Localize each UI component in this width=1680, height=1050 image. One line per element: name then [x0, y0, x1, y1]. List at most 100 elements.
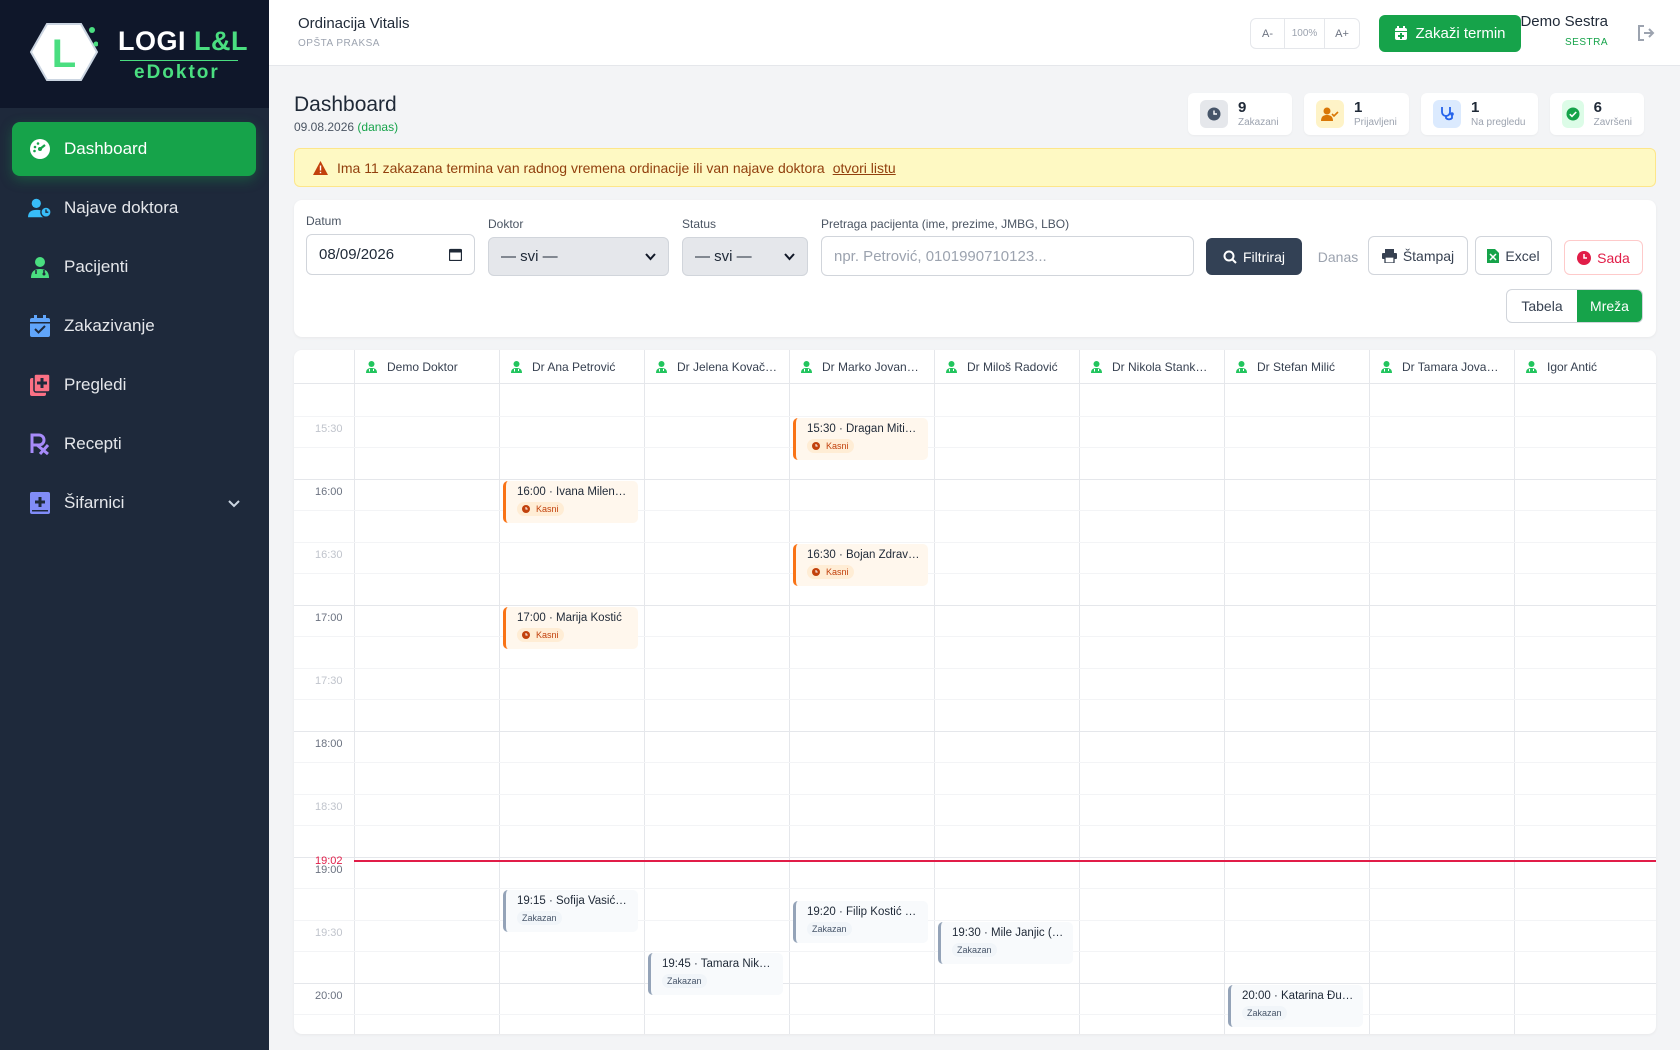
doctor-select[interactable]: — svi —: [488, 237, 669, 276]
chevron-down-icon: [784, 252, 795, 260]
time-label: 19:30: [315, 926, 343, 939]
sidebar-item-pregledi[interactable]: Pregledi: [12, 358, 256, 412]
user-check-icon: [1316, 100, 1344, 128]
doctor-icon: [1381, 361, 1397, 373]
doctor-name: Dr Miloš Radović: [967, 360, 1058, 374]
stats-bar: 9 Zakazani 1 Prijavljeni 1 Na pregledu 6 Završe…: [1188, 93, 1656, 135]
alert-text: Ima 11 zakazana termina van radnog vreme…: [337, 159, 825, 176]
appointment-title: 20:00 · Katarina Đu…: [1242, 989, 1354, 1002]
late-clock-icon: [522, 504, 533, 513]
check-circle-icon: [1562, 100, 1584, 128]
sidebar-item-najave-doktora[interactable]: Najave doktora: [12, 181, 256, 235]
appointment-card[interactable]: 19:45 · Tamara Nik… Zakazan: [648, 953, 783, 995]
gauge-icon: [28, 137, 52, 161]
today-button[interactable]: Danas: [1310, 238, 1366, 275]
search-icon: [1223, 250, 1237, 264]
appointment-card[interactable]: 19:15 · Sofija Vasić… Zakazan: [503, 890, 638, 932]
grid-column-divider: [499, 350, 500, 1034]
quarter-hour-line: [294, 698, 1656, 700]
calendar-plus-icon: [1395, 26, 1408, 40]
appointment-card[interactable]: 17:00 · Marija Kostić Kasni: [503, 606, 638, 649]
current-time-label: 19:02: [315, 854, 343, 867]
logo[interactable]: L LOGI L&L eDoktor: [0, 0, 269, 108]
hour-line: [294, 604, 1656, 606]
excel-button[interactable]: Excel: [1475, 236, 1552, 275]
appointment-status-badge: Zakazan: [662, 974, 707, 988]
appointment-card[interactable]: 16:00 · Ivana Milen… Kasni: [503, 480, 638, 523]
appointment-card[interactable]: 16:30 · Bojan Zdrav… Kasni: [793, 543, 928, 586]
appointment-card[interactable]: 15:30 · Dragan Miti… Kasni: [793, 417, 928, 460]
appointment-card[interactable]: 19:20 · Filip Kostić … Zakazan: [793, 900, 928, 943]
user-clock-icon: [28, 196, 52, 220]
sidebar: L LOGI L&L eDoktor Dashboard Najave dokto…: [0, 0, 269, 1050]
patient-search-input[interactable]: npr. Petrović, 0101990710123...: [821, 236, 1194, 276]
doctor-name: Dr Jelena Kovač…: [677, 360, 778, 374]
sidebar-item-zakazivanje[interactable]: Zakazivanje: [12, 299, 256, 353]
date-label: Datum: [306, 214, 342, 228]
logo-letter: L: [52, 32, 76, 76]
sidebar-item-dashboard[interactable]: Dashboard: [12, 122, 256, 176]
doctor-icon: [1236, 361, 1252, 373]
zoom-in-button[interactable]: A+: [1325, 19, 1359, 48]
appointment-card[interactable]: 19:30 · Mile Janjic (… Zakazan: [938, 921, 1073, 964]
time-label: 16:30: [315, 548, 343, 561]
hour-line: [294, 982, 1656, 984]
doctor-name: Igor Antić: [1547, 360, 1598, 374]
grid-column-divider: [1514, 350, 1515, 1034]
doctor-column-header: Igor Antić: [1514, 350, 1656, 384]
doctor-label: Doktor: [488, 217, 524, 231]
date-input[interactable]: 08/09/2026: [306, 234, 475, 275]
now-button[interactable]: Sada: [1564, 240, 1643, 275]
print-button-label: Štampaj: [1402, 247, 1455, 264]
time-label: 16:00: [315, 485, 343, 498]
stat-label: Prijavljeni: [1354, 117, 1397, 128]
notes-medical-icon: [28, 373, 52, 397]
logo-hexagon-icon: L: [30, 23, 98, 81]
sidebar-item-label: Pacijenti: [64, 257, 129, 276]
prescription-icon: [28, 432, 52, 456]
sidebar-item-label: Najave doktora: [64, 198, 179, 217]
view-grid-button[interactable]: Mreža: [1577, 290, 1642, 322]
time-label: 18:00: [315, 737, 343, 750]
stat-value: 9: [1238, 99, 1247, 116]
appointment-status-badge: Zakazan: [952, 942, 997, 957]
sidebar-item-recepti[interactable]: Recepti: [12, 417, 256, 471]
hour-line: [294, 730, 1656, 732]
time-label: 18:30: [315, 800, 343, 813]
appointment-status-badge: Kasni: [807, 438, 854, 453]
page-date: 09.08.2026 (danas): [294, 120, 399, 134]
chevron-down-icon[interactable]: [226, 495, 242, 511]
stat-value: 1: [1354, 99, 1363, 116]
stat-label: Na pregledu: [1471, 117, 1526, 128]
doctor-column-header: Dr Marko Jovan…: [789, 350, 934, 384]
stethoscope-icon: [1433, 100, 1461, 128]
stat-checked-in: 1 Prijavljeni: [1304, 93, 1409, 135]
calendar-icon[interactable]: [449, 248, 462, 261]
stat-in-exam: 1 Na pregledu: [1421, 93, 1538, 135]
schedule-appointment-button[interactable]: Zakaži termin: [1379, 15, 1521, 52]
grid-column-divider: [1369, 350, 1370, 1034]
filter-button[interactable]: Filtriraj: [1206, 238, 1302, 275]
appointment-card[interactable]: 20:00 · Katarina Đu… Zakazan: [1228, 984, 1363, 1027]
status-select[interactable]: — svi —: [682, 237, 808, 276]
stat-label: Završeni: [1593, 117, 1632, 128]
appointment-title: 19:15 · Sofija Vasić…: [517, 895, 627, 907]
doctor-name: Dr Nikola Stank…: [1112, 360, 1208, 374]
sidebar-item-šifarnici[interactable]: Šifarnici: [12, 476, 256, 530]
appointment-status-badge: Zakazan: [517, 911, 562, 925]
logout-icon[interactable]: [1636, 23, 1656, 43]
half-hour-line: [294, 667, 1656, 669]
search-label: Pretraga pacijenta (ime, prezime, JMBG, …: [821, 217, 1070, 231]
user-doctor-icon: [28, 255, 52, 279]
appointment-title: 17:00 · Marija Kostić: [517, 611, 622, 624]
appointment-title: 19:45 · Tamara Nik…: [662, 958, 771, 970]
open-list-link[interactable]: otvori listu: [833, 160, 896, 176]
view-table-button[interactable]: Tabela: [1507, 290, 1577, 322]
sidebar-item-pacijenti[interactable]: Pacijenti: [12, 240, 256, 294]
appointment-title: 16:30 · Bojan Zdrav…: [807, 548, 920, 561]
zoom-out-button[interactable]: A-: [1251, 19, 1285, 48]
sidebar-item-label: Zakazivanje: [64, 316, 155, 335]
print-button[interactable]: Štampaj: [1368, 236, 1468, 275]
grid-column-divider: [354, 350, 355, 1034]
quarter-hour-line: [294, 572, 1656, 574]
